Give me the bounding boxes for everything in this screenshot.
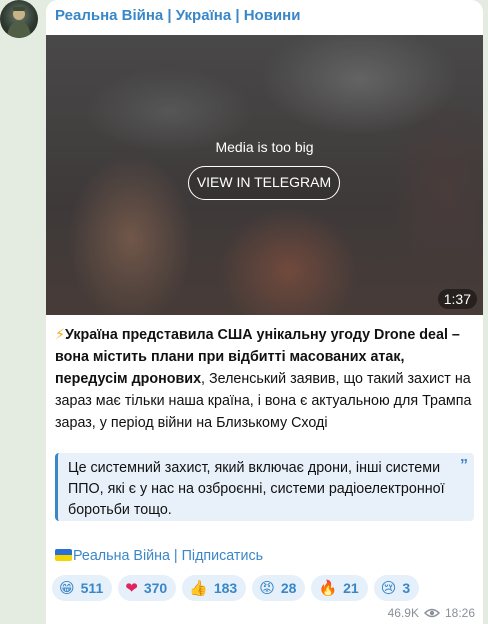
- angry-emoji-icon: 😡: [259, 579, 275, 597]
- reaction-count: 370: [143, 580, 168, 596]
- reaction-heart[interactable]: ❤ 370: [118, 575, 177, 601]
- ukraine-flag-icon: [55, 549, 72, 561]
- media-too-big-notice: Media is too big: [215, 139, 314, 155]
- quote-text: Це системний захист, який включає дрони,…: [68, 460, 445, 518]
- subscribe-link-text[interactable]: Реальна Війна | Підписатись: [73, 548, 263, 564]
- subscribe-link[interactable]: Реальна Війна | Підписатись: [55, 548, 263, 564]
- quote-icon: ”: [460, 457, 468, 474]
- quote-block: Це системний захист, який включає дрони,…: [55, 453, 474, 521]
- reactions-bar: 😁 511 ❤ 370 👍 183 😡 28 🔥 21 😢 3: [52, 575, 420, 601]
- message-time: 18:26: [444, 606, 475, 620]
- thumbs-up-emoji-icon: 👍: [189, 579, 208, 597]
- cry-emoji-icon: 😢: [380, 579, 397, 597]
- grin-emoji-icon: 😁: [59, 579, 75, 597]
- video-preview[interactable]: Media is too big VIEW IN TELEGRAM 1:37: [46, 35, 483, 315]
- fire-emoji-icon: 🔥: [318, 579, 338, 597]
- post-text: ⚡Україна представила США унікальну угоду…: [55, 324, 479, 434]
- message-meta: 46.9K 18:26: [388, 606, 475, 620]
- reaction-grin[interactable]: 😁 511: [52, 575, 113, 601]
- lightning-icon: ⚡: [55, 327, 66, 343]
- reaction-angry[interactable]: 😡 28: [252, 575, 306, 601]
- reaction-count: 511: [80, 580, 104, 596]
- reaction-cry[interactable]: 😢 3: [373, 575, 420, 601]
- eye-icon: [423, 608, 440, 618]
- reaction-count: 3: [402, 580, 411, 596]
- video-duration: 1:37: [437, 289, 477, 309]
- view-count: 46.9K: [387, 606, 419, 620]
- reaction-fire[interactable]: 🔥 21: [311, 575, 368, 601]
- channel-title[interactable]: Реальна Війна | Україна | Новини: [55, 7, 300, 24]
- channel-avatar[interactable]: [0, 0, 38, 38]
- view-in-telegram-button[interactable]: VIEW IN TELEGRAM: [188, 166, 340, 200]
- reaction-thumbs-up[interactable]: 👍 183: [182, 575, 247, 601]
- reaction-count: 28: [280, 580, 297, 596]
- reaction-count: 21: [343, 580, 359, 596]
- message-bubble: Реальна Війна | Україна | Новини Media i…: [46, 0, 483, 624]
- heart-emoji-icon: ❤: [125, 579, 138, 597]
- reaction-count: 183: [213, 580, 238, 596]
